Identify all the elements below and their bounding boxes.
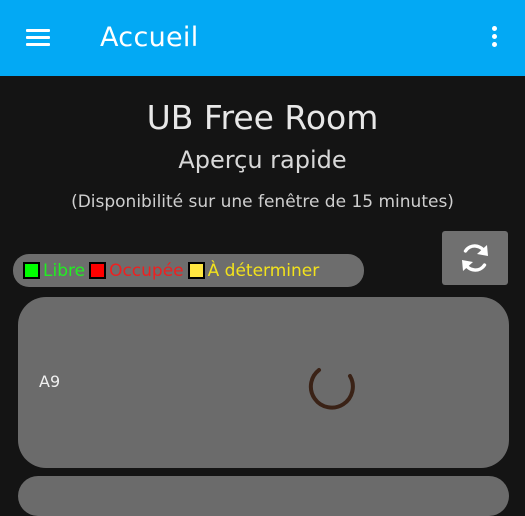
room-name: A9 bbox=[39, 372, 61, 391]
legend-item-occupee: Occupée bbox=[89, 261, 184, 281]
loading-spinner-icon bbox=[308, 368, 355, 410]
room-card[interactable]: A9 bbox=[18, 297, 509, 468]
refresh-button[interactable] bbox=[442, 231, 508, 285]
page-subtitle: Aperçu rapide bbox=[178, 146, 347, 174]
more-vertical-icon[interactable] bbox=[486, 24, 502, 52]
legend-item-libre: Libre bbox=[23, 261, 85, 281]
legend-swatch-a-determiner bbox=[187, 262, 205, 279]
app-bar-title: Accueil bbox=[100, 22, 199, 53]
availability-note: (Disponibilité sur une fenêtre de 15 min… bbox=[71, 192, 454, 212]
legend-item-a-determiner: À déterminer bbox=[187, 260, 320, 281]
page-title: UB Free Room bbox=[146, 98, 379, 137]
refresh-icon bbox=[462, 244, 488, 272]
legend-label-occupee: Occupée bbox=[109, 260, 184, 281]
app-bar: Accueil bbox=[0, 0, 525, 76]
legend-swatch-libre bbox=[23, 262, 40, 279]
legend-label-libre: Libre bbox=[43, 260, 86, 281]
status-legend: Libre Occupée À déterminer bbox=[13, 254, 364, 287]
room-card[interactable] bbox=[18, 476, 509, 516]
legend-swatch-occupee bbox=[89, 262, 107, 279]
hamburger-menu-icon[interactable] bbox=[26, 29, 50, 47]
legend-label-a-determiner: À déterminer bbox=[207, 260, 320, 281]
